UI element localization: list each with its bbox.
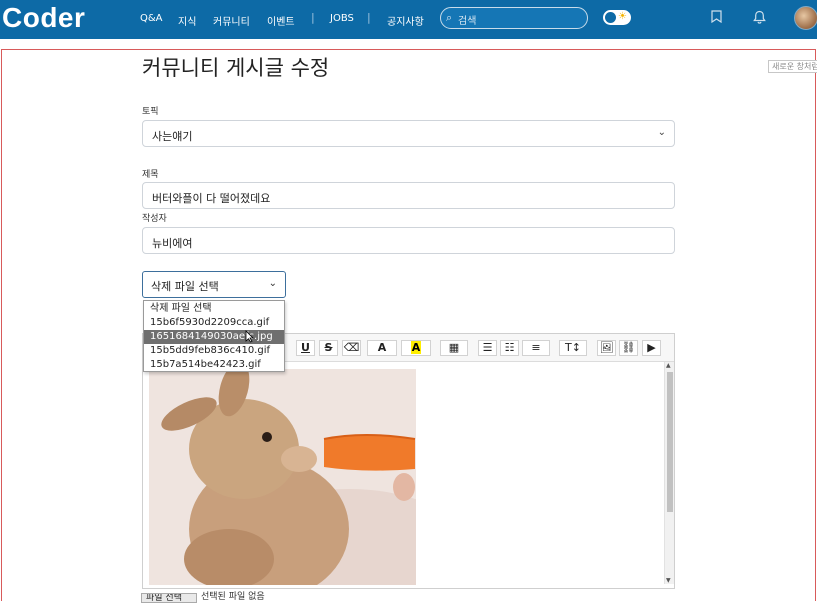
- nav-knowledge[interactable]: 지식: [178, 13, 196, 28]
- image-icon[interactable]: 🖼: [597, 340, 616, 356]
- eraser-icon[interactable]: ⌫: [342, 340, 361, 356]
- video-icon[interactable]: ▶: [642, 340, 661, 356]
- title-label: 제목: [142, 170, 159, 180]
- delete-file-dropdown: 삭제 파일 선택 15b6f5930d2209cca.gif 165168414…: [143, 300, 285, 372]
- chevron-down-icon: ⌄: [268, 278, 277, 289]
- top-navbar: Coder Q&A 지식 커뮤니티 이벤트 | JOBS | 공지사항 ⌕ 검색…: [0, 0, 817, 39]
- sun-icon: ☀: [618, 11, 627, 22]
- delete-file-value: 삭제 파일 선택: [151, 280, 219, 293]
- topic-value: 사는얘기: [152, 130, 193, 143]
- file-select-button[interactable]: 파일 선택: [141, 593, 197, 603]
- nav-notice[interactable]: 공지사항: [387, 13, 424, 28]
- bullet-list-icon[interactable]: ☰: [478, 340, 497, 356]
- nav-divider: |: [311, 11, 315, 24]
- scroll-up-icon[interactable]: ▲: [666, 362, 671, 369]
- author-label: 작성자: [142, 214, 167, 224]
- dropdown-option[interactable]: 삭제 파일 선택: [144, 302, 284, 316]
- search-input[interactable]: ⌕ 검색: [440, 7, 588, 29]
- dropdown-option[interactable]: 15b7a514be42423.gif: [144, 358, 284, 372]
- text-size-icon[interactable]: T↕: [559, 340, 587, 356]
- scrollbar-thumb[interactable]: [667, 372, 673, 512]
- tooltip: 새로운 창처럼: [768, 60, 817, 73]
- theme-toggle[interactable]: ☀: [603, 10, 631, 25]
- search-icon: ⌕: [446, 11, 453, 24]
- topic-label: 토픽: [142, 107, 159, 117]
- nav-divider: |: [367, 11, 371, 24]
- underline-button[interactable]: U: [296, 340, 315, 356]
- chevron-down-icon: ⌄: [657, 127, 666, 138]
- rabbit-carrot-image: [149, 369, 416, 585]
- table-icon[interactable]: ▦: [440, 340, 468, 356]
- topic-select[interactable]: 사는얘기 ⌄: [142, 120, 675, 147]
- font-color-button[interactable]: A: [367, 340, 397, 356]
- search-placeholder: 검색: [458, 16, 477, 27]
- delete-file-select[interactable]: 삭제 파일 선택 ⌄: [142, 271, 286, 298]
- scroll-down-icon[interactable]: ▼: [666, 577, 671, 584]
- bookmark-icon[interactable]: [711, 10, 722, 27]
- highlight-label: A: [410, 341, 422, 354]
- editor-scrollbar[interactable]: ▲ ▼: [664, 362, 674, 584]
- mouse-cursor-icon: [245, 330, 254, 346]
- dropdown-option[interactable]: 15b5dd9feb836c410.gif: [144, 344, 284, 358]
- title-value: 버터와플이 다 떨어졌데요: [152, 192, 271, 205]
- bell-icon[interactable]: [753, 10, 766, 28]
- dropdown-option-selected[interactable]: 1651684149030aefc.jpg: [144, 330, 284, 344]
- avatar[interactable]: [794, 6, 817, 30]
- nav-community[interactable]: 커뮤니티: [213, 13, 250, 28]
- author-input[interactable]: 뉴비에여: [142, 227, 675, 254]
- title-input[interactable]: 버터와플이 다 떨어졌데요: [142, 182, 675, 209]
- numbered-list-icon[interactable]: ☷: [500, 340, 519, 356]
- nav-events[interactable]: 이벤트: [267, 13, 295, 28]
- author-value: 뉴비에여: [152, 237, 193, 250]
- dropdown-option[interactable]: 15b6f5930d2209cca.gif: [144, 316, 284, 330]
- toggle-knob: [605, 12, 616, 23]
- site-logo[interactable]: Coder: [2, 2, 85, 34]
- nav-jobs[interactable]: JOBS: [330, 13, 354, 24]
- link-icon[interactable]: ⛓: [619, 340, 638, 356]
- highlight-button[interactable]: A: [401, 340, 431, 356]
- nav-qa[interactable]: Q&A: [140, 13, 163, 24]
- align-icon[interactable]: ≡: [522, 340, 550, 356]
- strikethrough-button[interactable]: S: [319, 340, 338, 356]
- page-title: 커뮤니티 게시글 수정: [142, 56, 330, 80]
